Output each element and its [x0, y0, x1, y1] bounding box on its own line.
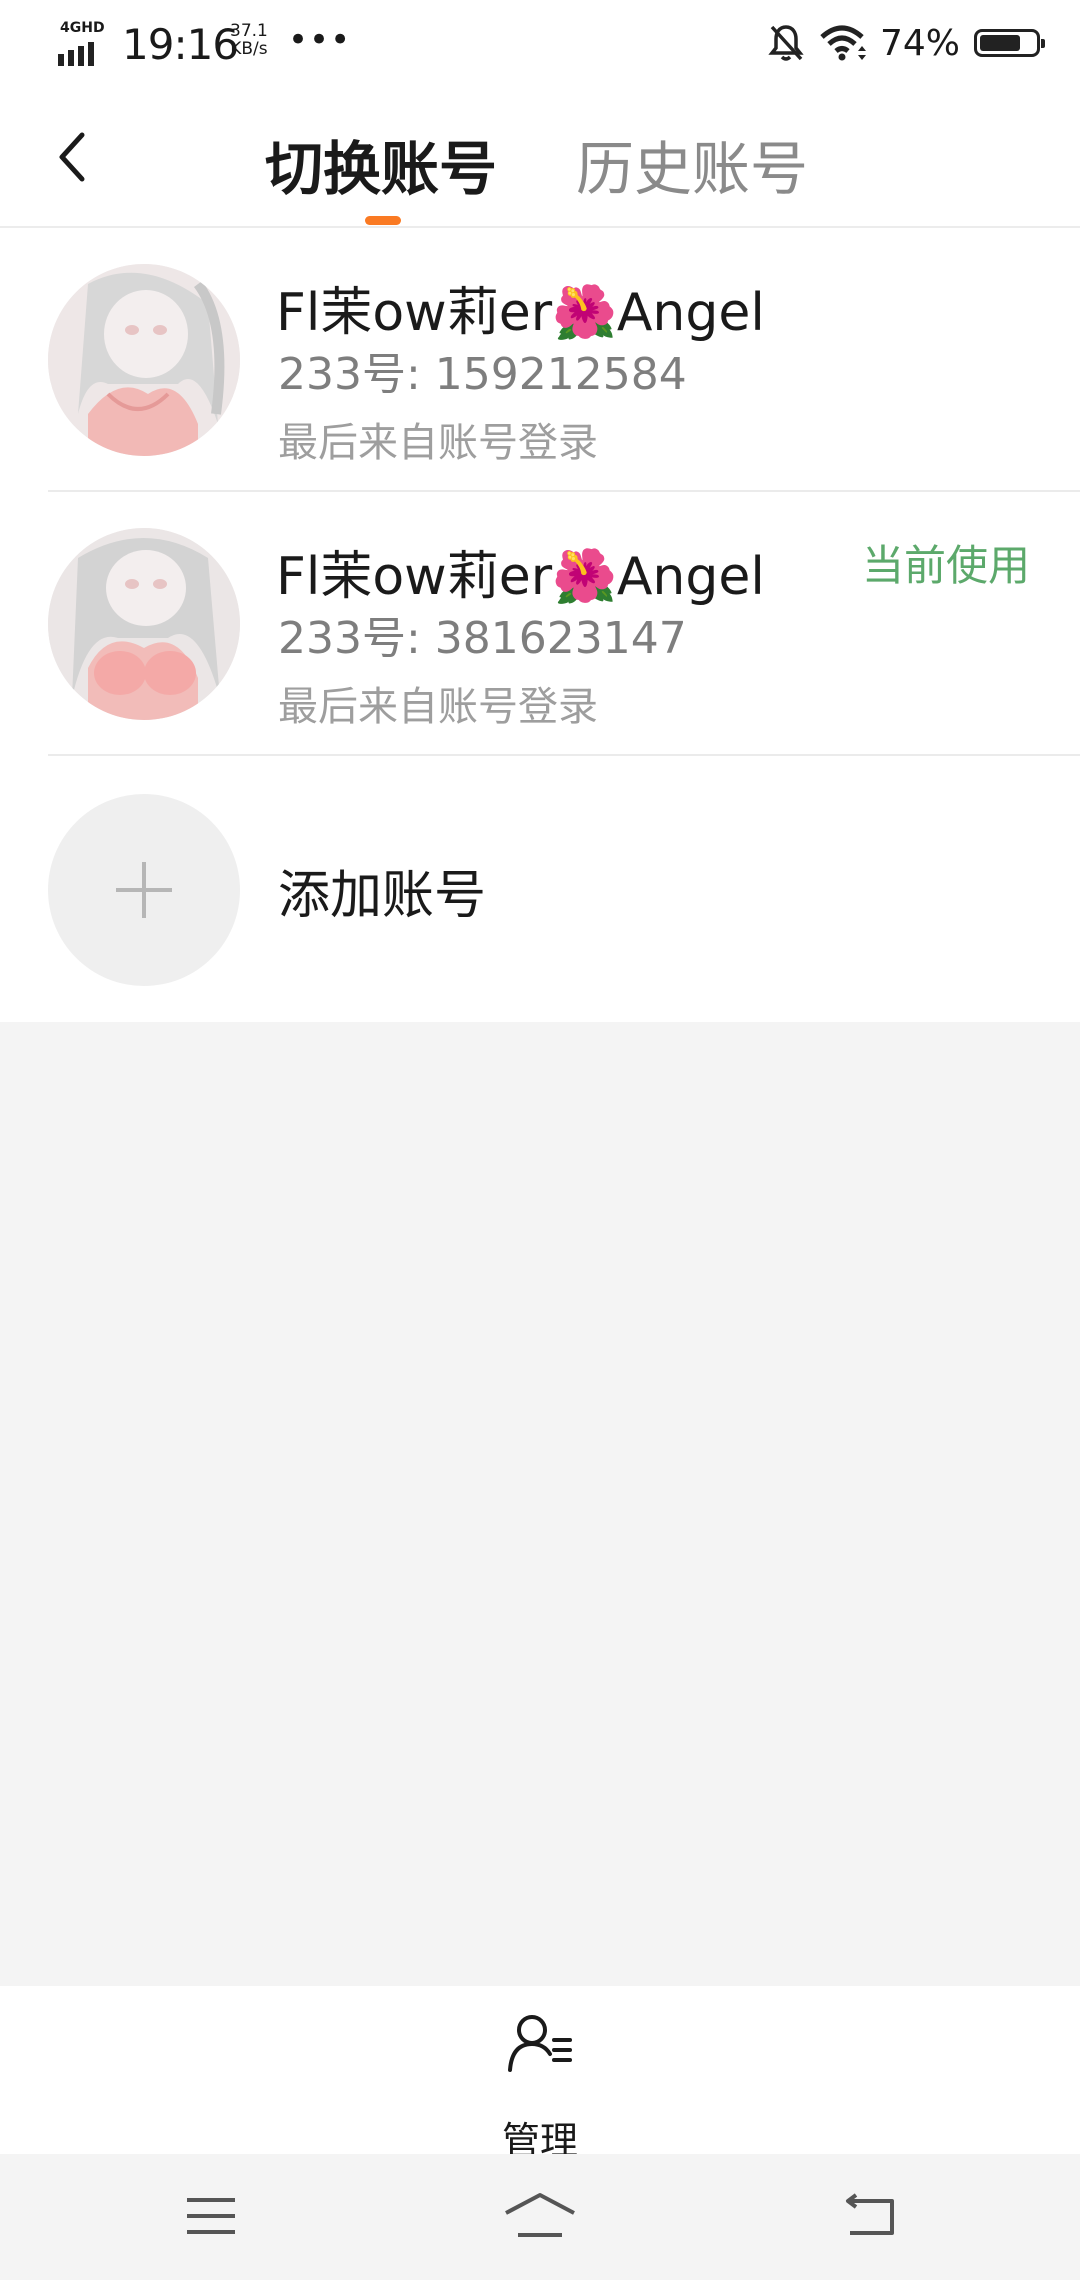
add-account-label: 添加账号: [278, 866, 487, 926]
speed-value: 37.1: [230, 21, 268, 41]
back-nav-icon: [846, 2193, 894, 2235]
system-nav-bar: [0, 2154, 1080, 2280]
account-login-source: 最后来自账号登录: [278, 684, 598, 730]
account-name: Fl茉ow莉er🌺Angel: [276, 547, 765, 607]
account-id: 233号: 381623147: [278, 613, 687, 664]
avatar-image: [48, 528, 240, 720]
avatar: [48, 528, 240, 720]
manage-button[interactable]: 管理: [476, 2012, 604, 2163]
account-login-source: 最后来自账号登录: [278, 420, 598, 466]
clock: 19:16: [122, 20, 239, 69]
chevron-left-icon: [59, 132, 85, 182]
account-name: Fl茉ow莉er🌺Angel: [276, 283, 765, 343]
avatar-image: [48, 264, 240, 456]
back-button[interactable]: [42, 122, 102, 192]
tab-history-account[interactable]: 历史账号: [576, 122, 808, 206]
bottom-bar: 管理: [0, 1986, 1080, 2163]
tab-switch-account[interactable]: 切换账号: [265, 122, 497, 206]
plus-icon: [116, 862, 172, 918]
signal-icon: [58, 42, 94, 66]
menu-nav-button[interactable]: [171, 2184, 251, 2248]
account-list: Fl茉ow莉er🌺Angel 233号: 159212584 最后来自账号登录 …: [0, 228, 1080, 1022]
battery-fill: [980, 35, 1020, 51]
home-nav-button[interactable]: [500, 2184, 580, 2248]
network-speed: 37.1 KB/s: [230, 22, 268, 58]
wifi-icon: [820, 25, 866, 61]
status-bar: 4GHD 19:16 37.1 KB/s ••• 74%: [0, 0, 1080, 84]
active-tab-indicator: [365, 216, 401, 225]
speed-unit: KB/s: [230, 39, 268, 59]
add-account-circle: [48, 794, 240, 986]
add-account-button[interactable]: 添加账号: [0, 756, 1080, 1022]
status-right: 74%: [768, 18, 1045, 68]
back-nav-button[interactable]: [830, 2184, 910, 2248]
account-id: 233号: 159212584: [278, 349, 687, 400]
user-manage-icon: [508, 2015, 572, 2072]
account-row[interactable]: Fl茉ow莉er🌺Angel 233号: 159212584 最后来自账号登录: [0, 228, 1080, 492]
battery-icon: [974, 29, 1045, 57]
more-notifications-icon: •••: [288, 20, 352, 60]
menu-icon: [187, 2198, 235, 2234]
network-type: 4GHD: [60, 20, 105, 36]
battery-percent: 74%: [879, 22, 960, 64]
home-icon: [505, 2193, 575, 2237]
header: 切换账号 历史账号: [0, 84, 1080, 228]
avatar: [48, 264, 240, 456]
current-account-badge: 当前使用: [861, 541, 1030, 590]
mute-bell-icon: [768, 25, 804, 61]
account-row-current[interactable]: Fl茉ow莉er🌺Angel 233号: 381623147 最后来自账号登录 …: [0, 492, 1080, 756]
